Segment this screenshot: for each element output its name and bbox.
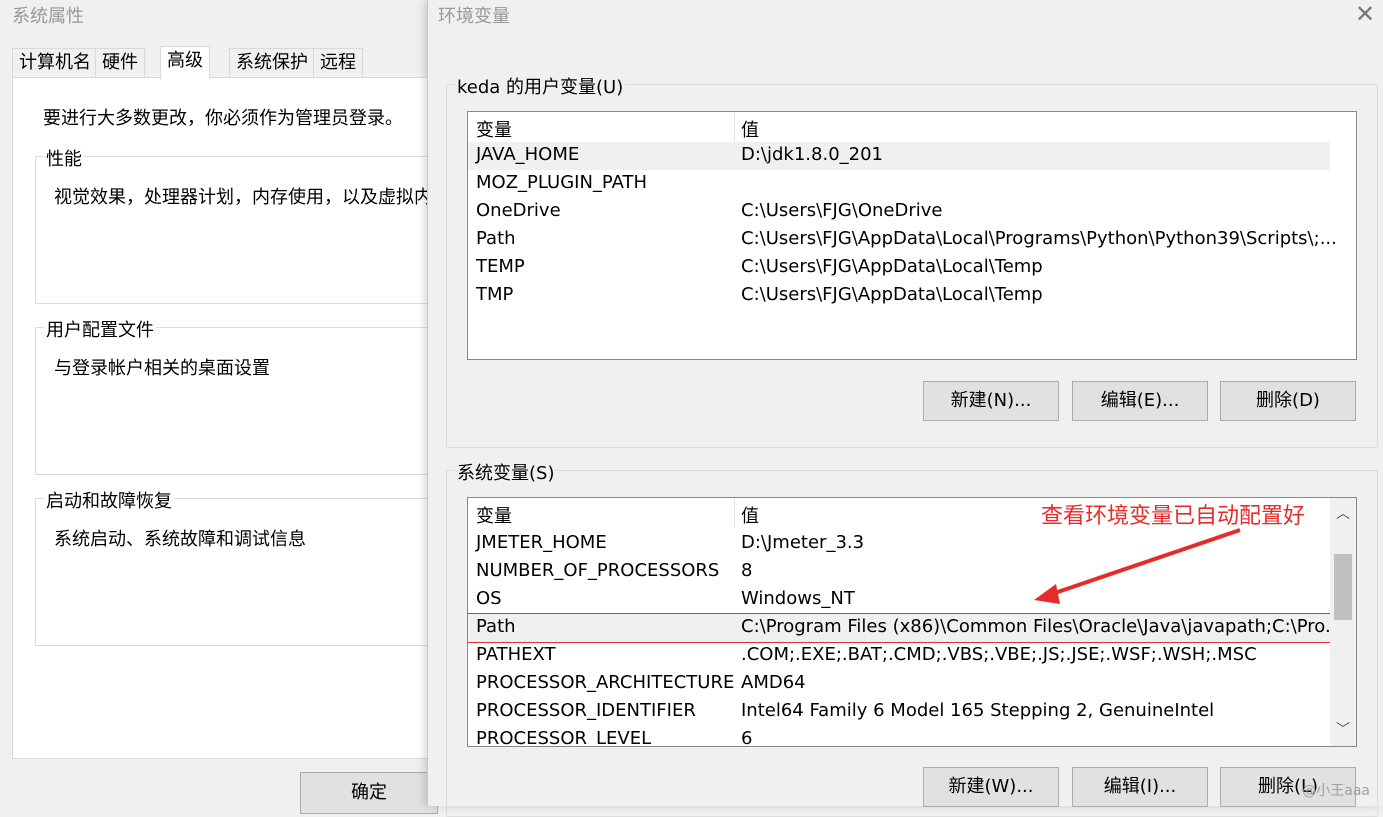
column-header-variable[interactable]: 变量 bbox=[476, 502, 512, 528]
variable-name: PROCESSOR_ARCHITECTURE bbox=[476, 672, 735, 693]
user-new-button[interactable]: 新建(N)... bbox=[923, 381, 1059, 421]
table-row[interactable]: PROCESSOR_LEVEL 6 bbox=[468, 726, 1330, 747]
variable-name: NUMBER_OF_PROCESSORS bbox=[476, 560, 720, 581]
group-label: 启动和故障恢复 bbox=[44, 487, 174, 513]
column-header-value[interactable]: 值 bbox=[741, 116, 759, 142]
tab-remote[interactable]: 远程 bbox=[313, 48, 363, 77]
close-icon[interactable]: ✕ bbox=[1350, 0, 1380, 28]
table-row[interactable]: PROCESSOR_ARCHITECTURE AMD64 bbox=[468, 670, 1330, 698]
variable-value: C:\Users\FJG\AppData\Local\Temp bbox=[741, 256, 1043, 277]
variable-value: D:\jdk1.8.0_201 bbox=[741, 144, 883, 165]
variable-name: PATHEXT bbox=[476, 644, 556, 665]
variable-value: Intel64 Family 6 Model 165 Stepping 2, G… bbox=[741, 700, 1215, 721]
system-properties-window: 系统属性 计算机名 硬件 高级 系统保护 远程 要进行大多数更改，你必须作为管理… bbox=[0, 0, 457, 814]
user-delete-button[interactable]: 删除(D) bbox=[1220, 381, 1356, 421]
table-row[interactable]: JMETER_HOME D:\Jmeter_3.3 bbox=[468, 530, 1330, 558]
table-row-path-highlighted[interactable]: Path C:\Program Files (x86)\Common Files… bbox=[468, 613, 1342, 643]
variable-value: Windows_NT bbox=[741, 588, 855, 609]
system-variables-label: 系统变量(S) bbox=[455, 459, 557, 485]
table-row[interactable]: Path C:\Users\FJG\AppData\Local\Programs… bbox=[468, 226, 1337, 254]
group-description: 视觉效果，处理器计划，内存使用，以及虚拟内 bbox=[54, 187, 432, 208]
table-row[interactable]: JAVA_HOME D:\jdk1.8.0_201 bbox=[468, 142, 1330, 170]
variable-value: C:\Program Files (x86)\Common Files\Orac… bbox=[741, 616, 1343, 637]
system-edit-button[interactable]: 编辑(I)... bbox=[1072, 767, 1208, 807]
scroll-up-icon[interactable]: ︿ bbox=[1330, 500, 1356, 528]
startup-recovery-group: 启动和故障恢复 系统启动、系统故障和调试信息 bbox=[35, 487, 457, 646]
ok-button[interactable]: 确定 bbox=[300, 772, 438, 814]
variable-name: JMETER_HOME bbox=[476, 532, 607, 553]
tab-advanced[interactable]: 高级 bbox=[160, 46, 210, 79]
variable-name: TMP bbox=[476, 284, 514, 305]
annotation-text: 查看环境变量已自动配置好 bbox=[1041, 504, 1306, 529]
user-profiles-group: 用户配置文件 与登录帐户相关的桌面设置 bbox=[35, 316, 457, 475]
column-divider[interactable] bbox=[734, 498, 735, 528]
column-header-variable[interactable]: 变量 bbox=[476, 116, 512, 142]
vertical-scrollbar[interactable]: ︿ ﹀ bbox=[1330, 498, 1356, 746]
user-variables-list[interactable]: 变量 值 JAVA_HOME D:\jdk1.8.0_201 MOZ_PLUGI… bbox=[467, 111, 1357, 360]
variable-name: JAVA_HOME bbox=[476, 144, 580, 165]
scroll-thumb[interactable] bbox=[1334, 554, 1352, 620]
user-edit-button[interactable]: 编辑(E)... bbox=[1072, 381, 1208, 421]
table-row[interactable]: PROCESSOR_IDENTIFIER Intel64 Family 6 Mo… bbox=[468, 698, 1330, 726]
list-header: 变量 值 bbox=[468, 112, 1330, 142]
watermark: @小王aaa bbox=[1302, 783, 1370, 799]
variable-value: C:\Users\FJG\OneDrive bbox=[741, 200, 943, 221]
table-row[interactable]: MOZ_PLUGIN_PATH bbox=[468, 170, 1330, 198]
tab-system-protection[interactable]: 系统保护 bbox=[229, 48, 315, 77]
table-row[interactable]: TEMP C:\Users\FJG\AppData\Local\Temp bbox=[468, 254, 1330, 282]
variable-name: TEMP bbox=[476, 256, 525, 277]
variable-value: D:\Jmeter_3.3 bbox=[741, 532, 865, 553]
tab-computer-name[interactable]: 计算机名 bbox=[12, 48, 98, 77]
variable-name: OneDrive bbox=[476, 200, 561, 221]
column-header-value[interactable]: 值 bbox=[741, 502, 759, 528]
system-variables-list[interactable]: 变量 值 JMETER_HOME D:\Jmeter_3.3 NUMBER_OF… bbox=[467, 497, 1357, 747]
user-variables-label: keda 的用户变量(U) bbox=[455, 73, 626, 99]
table-row[interactable]: NUMBER_OF_PROCESSORS 8 bbox=[468, 558, 1330, 586]
group-label: 性能 bbox=[44, 145, 84, 171]
variable-name: OS bbox=[476, 588, 502, 609]
variable-name: PROCESSOR_LEVEL bbox=[476, 728, 652, 747]
variable-value: C:\Users\FJG\AppData\Local\Programs\Pyth… bbox=[741, 228, 1337, 249]
dialog-title: 环境变量 bbox=[438, 6, 510, 27]
group-description: 系统启动、系统故障和调试信息 bbox=[54, 529, 306, 550]
variable-value: C:\Users\FJG\AppData\Local\Temp bbox=[741, 284, 1043, 305]
performance-group: 性能 视觉效果，处理器计划，内存使用，以及虚拟内 bbox=[35, 145, 457, 304]
variable-name: Path bbox=[476, 616, 516, 637]
tab-hardware[interactable]: 硬件 bbox=[95, 48, 145, 77]
system-new-button[interactable]: 新建(W)... bbox=[923, 767, 1059, 807]
window-title: 系统属性 bbox=[12, 6, 84, 27]
table-row[interactable]: OneDrive C:\Users\FJG\OneDrive bbox=[468, 198, 1330, 226]
table-row[interactable]: OS Windows_NT bbox=[468, 586, 1330, 614]
table-row[interactable]: TMP C:\Users\FJG\AppData\Local\Temp bbox=[468, 282, 1330, 310]
group-label: 用户配置文件 bbox=[44, 316, 156, 342]
variable-value: 8 bbox=[741, 560, 753, 581]
variable-name: MOZ_PLUGIN_PATH bbox=[476, 172, 648, 193]
table-row[interactable]: PATHEXT .COM;.EXE;.BAT;.CMD;.VBS;.VBE;.J… bbox=[468, 642, 1330, 670]
user-variables-section: keda 的用户变量(U) 变量 值 JAVA_HOME D:\jdk1.8.0… bbox=[446, 73, 1378, 448]
variable-value: AMD64 bbox=[741, 672, 806, 693]
variable-name: PROCESSOR_IDENTIFIER bbox=[476, 700, 696, 721]
advanced-tab-panel: 要进行大多数更改，你必须作为管理员登录。 性能 视觉效果，处理器计划，内存使用，… bbox=[12, 77, 457, 759]
column-divider[interactable] bbox=[734, 112, 735, 142]
variable-value: .COM;.EXE;.BAT;.CMD;.VBS;.VBE;.JS;.JSE;.… bbox=[741, 644, 1257, 665]
admin-note: 要进行大多数更改，你必须作为管理员登录。 bbox=[43, 108, 403, 129]
variable-name: Path bbox=[476, 228, 516, 249]
scroll-down-icon[interactable]: ﹀ bbox=[1330, 716, 1356, 744]
environment-variables-dialog: 环境变量 ✕ keda 的用户变量(U) 变量 值 JAVA_HOME D:\j… bbox=[427, 0, 1383, 817]
group-description: 与登录帐户相关的桌面设置 bbox=[54, 358, 270, 379]
variable-value: 6 bbox=[741, 728, 753, 747]
